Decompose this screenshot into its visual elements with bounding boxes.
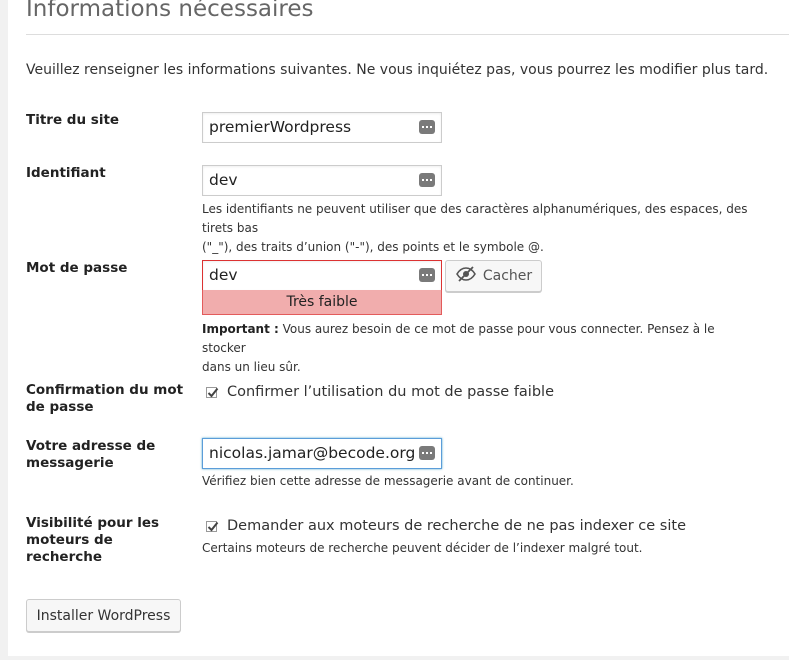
password-manager-dots-icon[interactable] (419, 173, 435, 187)
confirm-weak-checkbox[interactable] (206, 386, 219, 398)
site-title-label: Titre du site (26, 112, 120, 128)
password-label: Mot de passe (26, 260, 128, 276)
email-label-line1: Votre adresse de (26, 438, 156, 454)
page-heading: Informations nécessaires (26, 0, 314, 22)
password-value: dev (209, 266, 238, 284)
confirm-weak-label: Confirmer l’utilisation du mot de passe … (227, 384, 554, 400)
password-important-note: Important : Vous aurez besoin de ce mot … (202, 320, 762, 377)
password-manager-dots-icon[interactable] (419, 120, 435, 134)
page-frame-bottom (0, 656, 789, 660)
visibility-label-line2: moteurs de (26, 532, 113, 548)
username-help: Les identifiants ne peuvent utiliser que… (202, 200, 762, 257)
password-manager-dots-icon[interactable] (419, 446, 435, 460)
important-line1: Vous aurez besoin de ce mot de passe pou… (202, 322, 715, 355)
confirm-label-line2: de passe (26, 399, 94, 415)
eye-slash-icon (455, 266, 477, 286)
install-wordpress-button[interactable]: Installer WordPress (26, 599, 181, 632)
password-manager-dots-icon[interactable] (419, 268, 435, 282)
password-input[interactable]: dev (202, 260, 442, 291)
site-title-input[interactable]: premierWordpress (202, 112, 442, 143)
important-label: Important : (202, 322, 279, 336)
checkmark-icon (207, 521, 219, 531)
hide-button-label: Cacher (482, 268, 533, 284)
site-title-value: premierWordpress (209, 118, 352, 136)
heading-divider (26, 34, 789, 35)
username-input[interactable]: dev (202, 165, 442, 196)
intro-text: Veuillez renseigner les informations sui… (26, 62, 769, 78)
username-value: dev (209, 171, 238, 189)
checkmark-icon (207, 387, 219, 397)
password-strength-meter: Très faible (202, 290, 442, 315)
important-line2: dans un lieu sûr. (202, 360, 301, 374)
username-label: Identifiant (26, 165, 106, 181)
username-help-line2: ("_"), des traits d’union ("-"), des poi… (202, 240, 544, 254)
discourage-indexing-row[interactable]: Demander aux moteurs de recherche de ne … (206, 518, 686, 534)
search-visibility-label: Visibilité pour les moteurs de recherche (26, 515, 159, 566)
email-label-line2: messagerie (26, 455, 114, 471)
visibility-label-line3: recherche (26, 549, 103, 565)
page-frame-left (0, 0, 8, 660)
hide-password-button[interactable]: Cacher (445, 260, 542, 292)
email-value: nicolas.jamar@becode.org (209, 444, 416, 462)
email-help: Vérifiez bien cette adresse de messageri… (202, 474, 574, 488)
email-label: Votre adresse de messagerie (26, 438, 155, 472)
confirm-password-label: Confirmation du mot de passe (26, 382, 183, 416)
discourage-indexing-checkbox[interactable] (206, 520, 219, 532)
discourage-indexing-label: Demander aux moteurs de recherche de ne … (227, 518, 686, 534)
confirm-weak-password-row[interactable]: Confirmer l’utilisation du mot de passe … (206, 384, 554, 400)
visibility-help: Certains moteurs de recherche peuvent dé… (202, 541, 643, 555)
email-input[interactable]: nicolas.jamar@becode.org (202, 438, 442, 469)
confirm-label-line1: Confirmation du mot (26, 382, 184, 398)
username-help-line1: Les identifiants ne peuvent utiliser que… (202, 202, 748, 235)
visibility-label-line1: Visibilité pour les (26, 515, 160, 531)
